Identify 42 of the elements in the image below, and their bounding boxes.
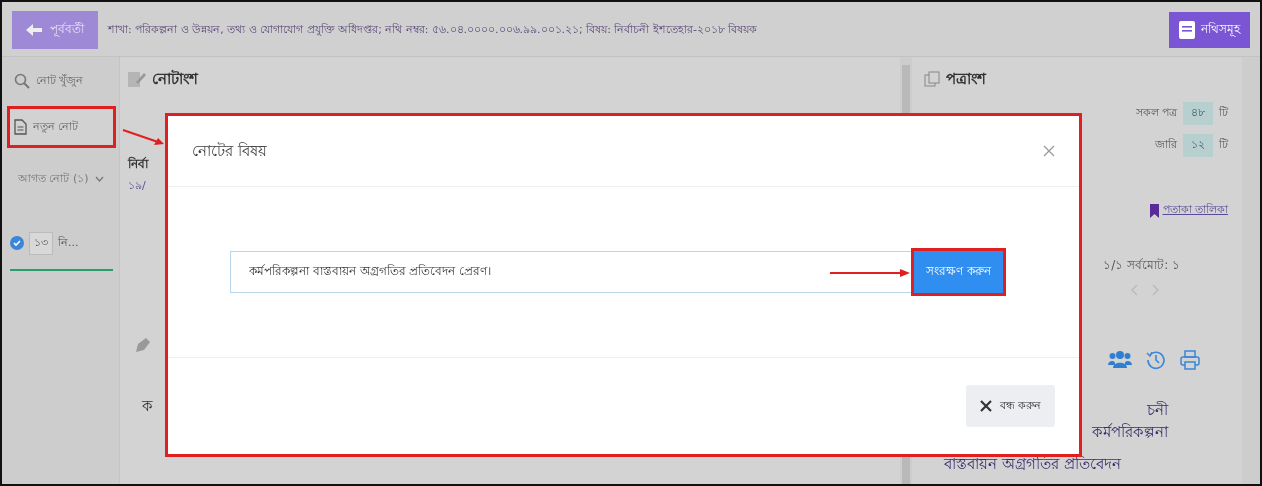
letters-panel-title: পত্রাংশ [946, 68, 986, 90]
incoming-notes-label[interactable]: আগত নোট (১) [18, 169, 89, 189]
count-badge: ৪৮ [1183, 101, 1213, 125]
chevron-left-icon[interactable] [1130, 284, 1138, 296]
modal-title: নোটের বিষয় [192, 140, 267, 162]
count-label[interactable]: জারি [1155, 135, 1177, 155]
note-title[interactable]: নি... [58, 233, 79, 253]
note-body-text: ক [142, 396, 154, 417]
breadcrumb-text: শাখা: পরিকল্পনা ও উন্নয়ন, তথ্য ও যোগাযোগ প্রযুক্তি অধিদপ্তর; নথি নম্বর: ৫৬.০৪.০০০০.০০৬.৯৯.০০১.২১; বিষয়: নির্বাচনী ইশতেহার-২০১৮ বিষয়ক [108, 21, 759, 38]
chevron-right-icon[interactable] [1152, 284, 1160, 296]
letter-preview-text: বাস্তবায়ন অগ্রগতির প্রতিবেদন [944, 453, 1121, 475]
pen-icon[interactable] [134, 336, 152, 354]
count-unit: টি [1219, 136, 1228, 153]
search-note-button[interactable]: নোট খুঁজুন [10, 63, 113, 99]
book-icon [1179, 21, 1195, 39]
pager-text: ১/১ সর্বমোট: ১ [1103, 257, 1180, 274]
note-subject-field[interactable]: কর্মপরিকল্পনা বাস্তবায়ন অগ্রগতির প্রতিবেদন প্রেরণ। [230, 251, 914, 293]
chevron-down-icon[interactable] [94, 176, 104, 182]
users-icon[interactable] [1108, 350, 1132, 368]
close-button[interactable]: বন্ধ করুন [965, 385, 1055, 427]
letter-preview-text: কর্মপরিকল্পনা [1092, 421, 1168, 443]
search-icon [14, 73, 30, 89]
close-icon [979, 400, 992, 412]
note-tab-date: ১৯/ [128, 178, 147, 194]
files-button[interactable]: নথিসমূহ [1169, 12, 1250, 48]
edit-document-icon [128, 71, 146, 87]
flag-list-link[interactable]: পতাকা তালিকা [1162, 201, 1228, 220]
count-label[interactable]: সকল পত্র [1135, 103, 1177, 123]
save-button[interactable]: সংরক্ষণ করুন [914, 251, 1003, 293]
copy-icon [924, 71, 940, 87]
bookmark-icon [1149, 203, 1159, 218]
note-number: ১৩ [29, 231, 53, 255]
letter-preview-text: চনী [1147, 400, 1168, 421]
notes-panel-title: নোটাংশ [152, 68, 198, 90]
arrow-left-icon [26, 24, 42, 36]
count-badge: ১২ [1183, 133, 1213, 157]
history-icon[interactable] [1146, 350, 1166, 370]
document-icon [14, 119, 27, 135]
printer-icon[interactable] [1180, 350, 1200, 370]
new-note-button[interactable]: নতুন নোট [10, 109, 113, 145]
count-unit: টি [1219, 104, 1228, 121]
note-tab-title[interactable]: নির্বা [128, 155, 148, 175]
